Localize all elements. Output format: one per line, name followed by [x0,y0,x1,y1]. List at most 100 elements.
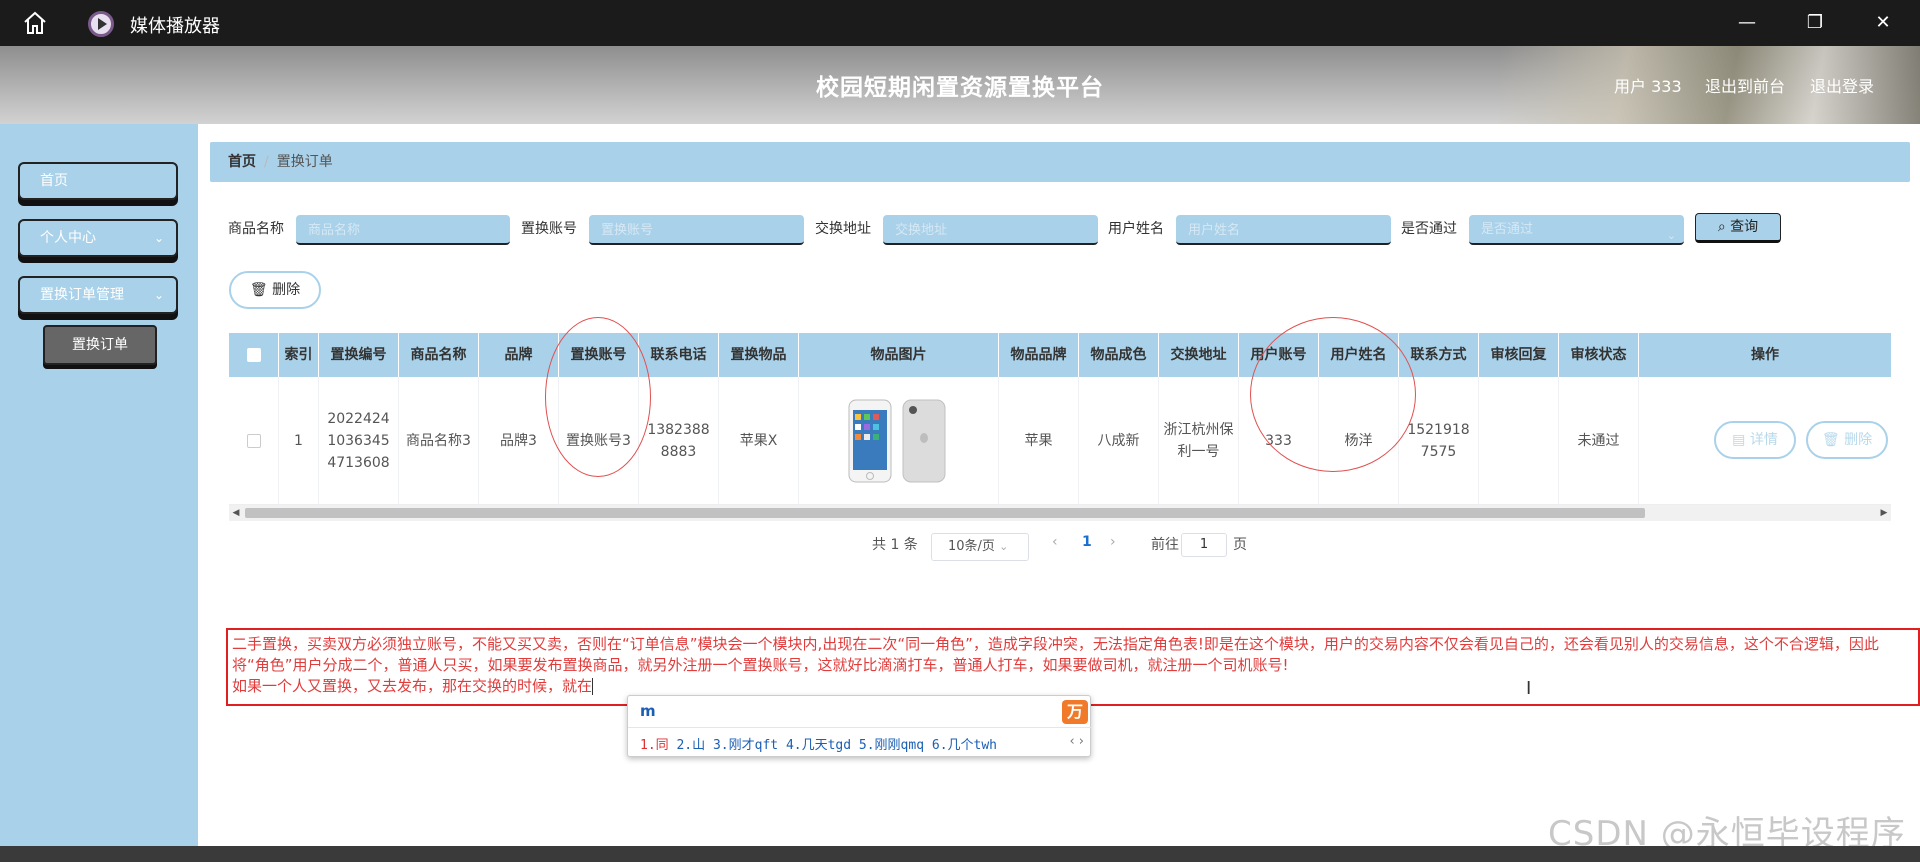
ime-candidate[interactable]: 1.同 [640,738,669,753]
page-size-select[interactable]: 10条/页 ⌄ [931,533,1029,561]
logout-link[interactable]: 退出登录 [1810,73,1874,97]
search-icon: ⌕ [1717,219,1726,235]
cell-item-brand: 苹果 [999,377,1079,505]
annotation-circle-user-columns [1250,317,1416,472]
pagination-total: 共 1 条 [872,537,918,553]
scrollbar-thumb[interactable] [245,508,1645,518]
approved-select[interactable]: 是否通过 ⌄ [1469,215,1684,245]
home-icon[interactable] [22,11,48,35]
batch-delete-label: 删除 [272,282,301,298]
prev-page-button[interactable]: ‹ [1052,534,1058,550]
column-header: 索引 [279,333,319,377]
goto-label: 前往 [1151,537,1179,553]
select-all-cell [229,333,279,377]
detail-button[interactable]: ▤ 详情 [1714,421,1796,459]
ime-candidate[interactable]: 3.刚才qft [713,738,778,753]
page-size-value: 10条/页 [948,539,995,554]
user-name-input[interactable] [1176,215,1391,245]
column-header: 操作 [1751,347,1779,363]
window-title: 媒体播放器 [130,16,220,37]
column-header: 联系电话 [639,333,719,377]
cell-review-reply [1479,377,1559,505]
orders-table: 索引 置换编号 商品名称 品牌 置换账号 联系电话 置换物品 物品图片 物品品牌… [229,333,1891,505]
scroll-right-arrow-icon[interactable]: ▶ [1877,505,1891,521]
cell-product-name: 商品名称3 [399,377,479,505]
sidebar-item-home[interactable]: 首页 [18,162,178,200]
sidebar-item-label: 首页 [40,173,68,189]
cell-phone: 13823888883 [639,377,719,505]
row-delete-button[interactable]: 🗑 删除 [1806,421,1888,459]
site-header: 校园短期闲置资源置换平台 用户 333 退出到前台 退出登录 [0,46,1920,124]
ime-candidate[interactable]: 4.几天tgd [786,738,851,753]
ime-composition-text: m [640,702,656,720]
ime-candidate-list: 1.同 2.山 3.刚才qft 4.几天tgd 5.刚刚qmq 6.几个twh [640,734,997,753]
ime-candidate[interactable]: 2.山 [676,738,705,753]
sidebar-item-exchange-order-management[interactable]: 置换订单管理 ⌄ [18,276,178,314]
iphone-product-image[interactable] [847,398,951,484]
product-name-input[interactable] [296,215,510,245]
breadcrumb-home[interactable]: 首页 [228,154,256,170]
minimize-button[interactable]: — [1732,10,1762,36]
ime-candidate[interactable]: 5.刚刚qmq [859,738,924,753]
goto-suffix: 页 [1233,537,1247,553]
exchange-address-input[interactable] [883,215,1098,245]
filter-label-user-name: 用户姓名 [1108,221,1164,237]
column-header: 物品成色 [1079,333,1159,377]
sidebar-subitem-exchange-orders[interactable]: 置换订单 [43,325,157,365]
chevron-down-icon: ⌄ [153,288,164,302]
column-header: 置换编号 [319,333,399,377]
annotation-circle-exchange-account [545,317,651,477]
table-horizontal-scrollbar[interactable]: ◀ ▶ [229,505,1891,521]
note-line-2-wrap: 如果一个人又置换，又去发布，那在交换的时候，就在 [232,676,1914,697]
search-button-label: 查询 [1730,219,1759,235]
batch-delete-button[interactable]: 🗑 删除 [229,271,321,309]
filter-label-product-name: 商品名称 [228,221,284,237]
ime-logo-icon: 万 [1062,700,1088,724]
table-header: 索引 置换编号 商品名称 品牌 置换账号 联系电话 置换物品 物品图片 物品品牌… [229,333,1891,377]
bottom-bar [0,846,1920,862]
chevron-down-icon: ⌄ [153,231,164,245]
window-titlebar: 媒体播放器 — ❐ ✕ [0,0,1920,46]
breadcrumb-current: 置换订单 [276,154,333,170]
row-select-cell [229,377,279,505]
close-button[interactable]: ✕ [1868,10,1898,36]
search-button[interactable]: ⌕ 查询 [1695,213,1781,243]
column-header: 商品名称 [399,333,479,377]
ime-page-arrows-icon[interactable]: ‹ › [1069,734,1084,749]
select-all-checkbox[interactable] [246,348,261,362]
text-caret [592,678,594,695]
cell-item: 苹果X [719,377,799,505]
scroll-left-arrow-icon[interactable]: ◀ [229,505,243,521]
mouse-ibeam-cursor-icon: I [1526,678,1532,699]
table-row: 1 20224241036345 4713608 商品名称3 品牌3 置换账号3… [229,377,1891,505]
cell-order-no: 20224241036345 4713608 [319,377,399,505]
note-line-2: 如果一个人又置换，又去发布，那在交换的时候，就在 [232,677,593,695]
ime-composition-bar: m 万 [628,696,1092,728]
ime-candidate[interactable]: 6.几个twh [932,738,997,753]
filter-label-approved: 是否通过 [1401,221,1457,237]
column-header: 置换物品 [719,333,799,377]
trash-icon: 🗑 [249,282,268,298]
column-header: 审核回复 [1479,333,1559,377]
goto-page-input[interactable]: 1 [1181,533,1227,557]
current-user-label: 用户 333 [1614,77,1682,96]
page-number-current[interactable]: 1 [1082,534,1092,550]
next-page-button[interactable]: › [1110,534,1116,550]
note-line-1: 二手置换，买卖双方必须独立账号，不能又买又卖，否则在“订单信息”模块会一个模块内… [232,635,1879,674]
sidebar-item-personal-center[interactable]: 个人中心 ⌄ [18,219,178,257]
chevron-down-icon: ⌄ [1666,229,1676,242]
exit-to-front-link[interactable]: 退出到前台 [1705,73,1785,97]
cell-item-image [799,377,999,505]
maximize-button[interactable]: ❐ [1800,10,1830,36]
row-delete-label: 删除 [1844,432,1873,448]
row-checkbox[interactable] [246,434,261,448]
exchange-account-input[interactable] [589,215,804,245]
detail-button-label: 详情 [1749,432,1778,448]
approved-select-placeholder: 是否通过 [1481,222,1534,237]
column-header: 交换地址 [1159,333,1239,377]
column-header: 物品图片 [799,333,999,377]
column-header: 物品品牌 [999,333,1079,377]
document-icon: ▤ [1732,432,1746,448]
media-player-app-icon [88,11,114,37]
cell-review-status: 未通过 [1559,377,1639,505]
